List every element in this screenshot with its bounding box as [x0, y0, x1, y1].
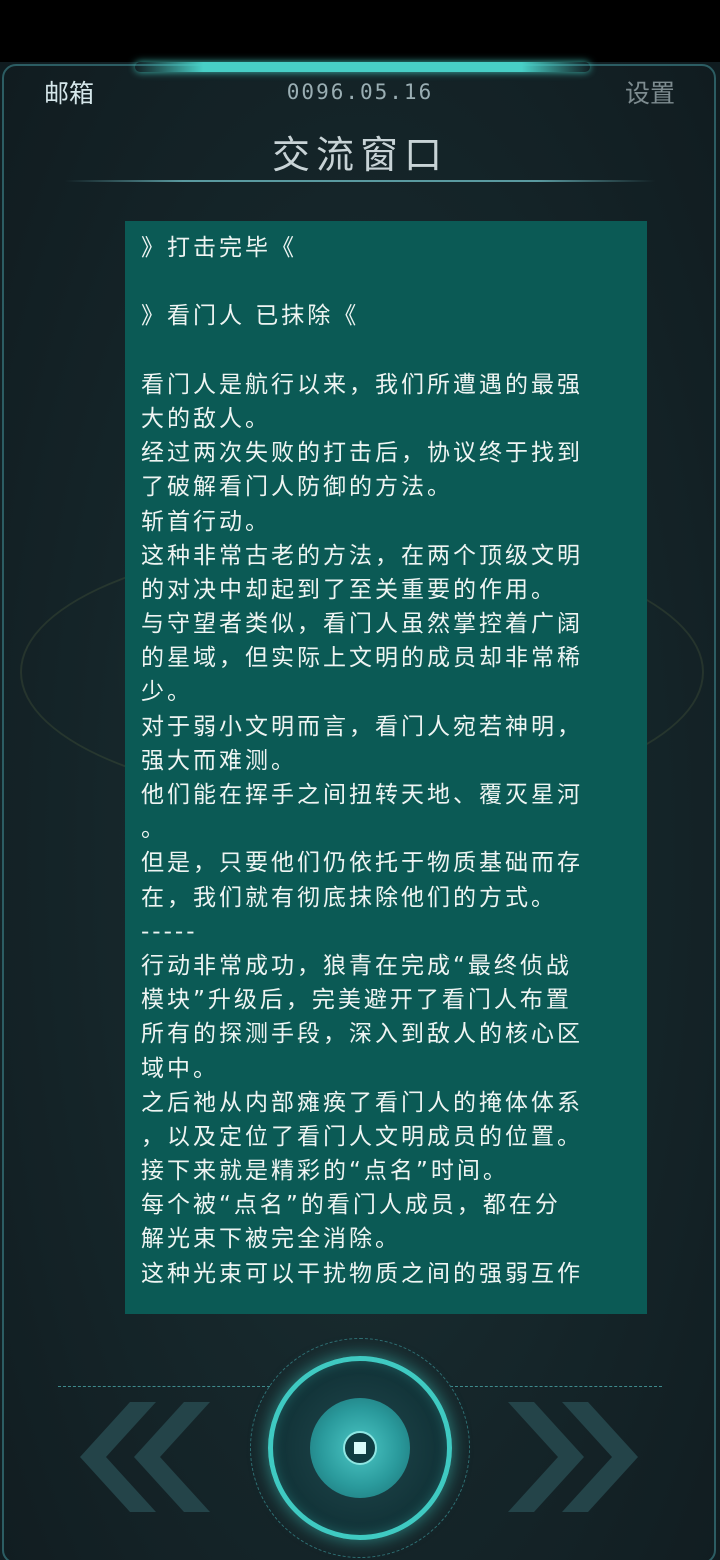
- message-panel[interactable]: 》打击完毕《》看门人 已抹除《看门人是航行以来，我们所遭遇的最强 大的敌人。经过两…: [125, 221, 647, 1314]
- double-chevron-left-icon[interactable]: [68, 1402, 210, 1512]
- page-title: 交流窗口: [271, 133, 448, 177]
- message-line: 看门人是航行以来，我们所遭遇的最强: [141, 371, 583, 398]
- message-line: 对于弱小文明而言，看门人宛若神明，: [141, 713, 583, 740]
- dashed-divider-right: [450, 1386, 662, 1387]
- message-line: 每个被“点名”的看门人成员，都在分: [141, 1192, 561, 1219]
- message-text: 》打击完毕《》看门人 已抹除《看门人是航行以来，我们所遭遇的最强 大的敌人。经过两…: [141, 231, 635, 1314]
- message-line: [141, 265, 635, 299]
- settings-button[interactable]: 设置: [625, 74, 675, 110]
- message-line: 模块”升级后，完美避开了看门人布置: [141, 987, 572, 1014]
- message-line: 但是，只要他们仍依托于物质基础而存: [141, 850, 583, 877]
- message-line: 所有的探测手段，深入到敌人的核心区: [141, 1021, 583, 1048]
- target-button-icon: [343, 1431, 377, 1465]
- game-screen: 邮箱 0096.05.16 设置 交流窗口 》打击完毕《 》看门人 已抹除《 看门人…: [0, 0, 720, 1560]
- message-line: 少。: [141, 679, 193, 706]
- message-line: 大的敌人。: [141, 405, 271, 432]
- frame-top-glow: [135, 62, 590, 72]
- message-line: ，以及定位了看门人文明成员的位置。: [141, 1123, 583, 1150]
- message-line: 在，我们就有彻底抹除他们的方式。: [141, 884, 557, 911]
- message-line: -----: [141, 918, 198, 945]
- message-line: 之后祂从内部瘫痪了看门人的掩体体系: [141, 1089, 583, 1116]
- message-line: 与守望者类似，看门人虽然掌控着广阔: [141, 611, 583, 638]
- game-date: 0096.05.16: [286, 80, 434, 104]
- message-line: 斩首行动。: [141, 508, 271, 535]
- message-line: 》打击完毕《: [141, 235, 297, 261]
- message-line: 。: [141, 816, 167, 843]
- message-line: [141, 1291, 635, 1314]
- dashed-divider-left: [58, 1386, 270, 1387]
- message-line: 经过两次失败的打击后，协议终于找到: [141, 440, 583, 467]
- message-line: 接下来就是精彩的“点名”时间。: [141, 1158, 509, 1185]
- status-bar: [0, 0, 720, 62]
- title-divider: [65, 180, 655, 182]
- message-line: 的对决中却起到了至关重要的作用。: [141, 576, 557, 603]
- message-line: 解光束下被完全消除。: [141, 1226, 401, 1253]
- message-line: 的星域，但实际上文明的成员却非常稀: [141, 645, 583, 672]
- message-line: 》看门人 已抹除《: [141, 303, 360, 330]
- message-line: [141, 334, 635, 368]
- message-line: 他们能在挥手之间扭转天地、覆灭星河: [141, 782, 583, 808]
- message-line: 这种光束可以干扰物质之间的强弱互作: [141, 1260, 583, 1287]
- message-line: 强大而难测。: [141, 747, 297, 774]
- center-button-core: [310, 1398, 410, 1498]
- message-line: 行动非常成功，狼青在完成“最终侦战: [141, 952, 572, 979]
- message-line: 了破解看门人防御的方法。: [141, 474, 453, 501]
- message-line: 域中。: [141, 1055, 219, 1082]
- center-action-button[interactable]: [268, 1356, 452, 1540]
- double-chevron-right-icon[interactable]: [508, 1402, 650, 1512]
- message-line: 这种非常古老的方法，在两个顶级文明: [141, 542, 583, 569]
